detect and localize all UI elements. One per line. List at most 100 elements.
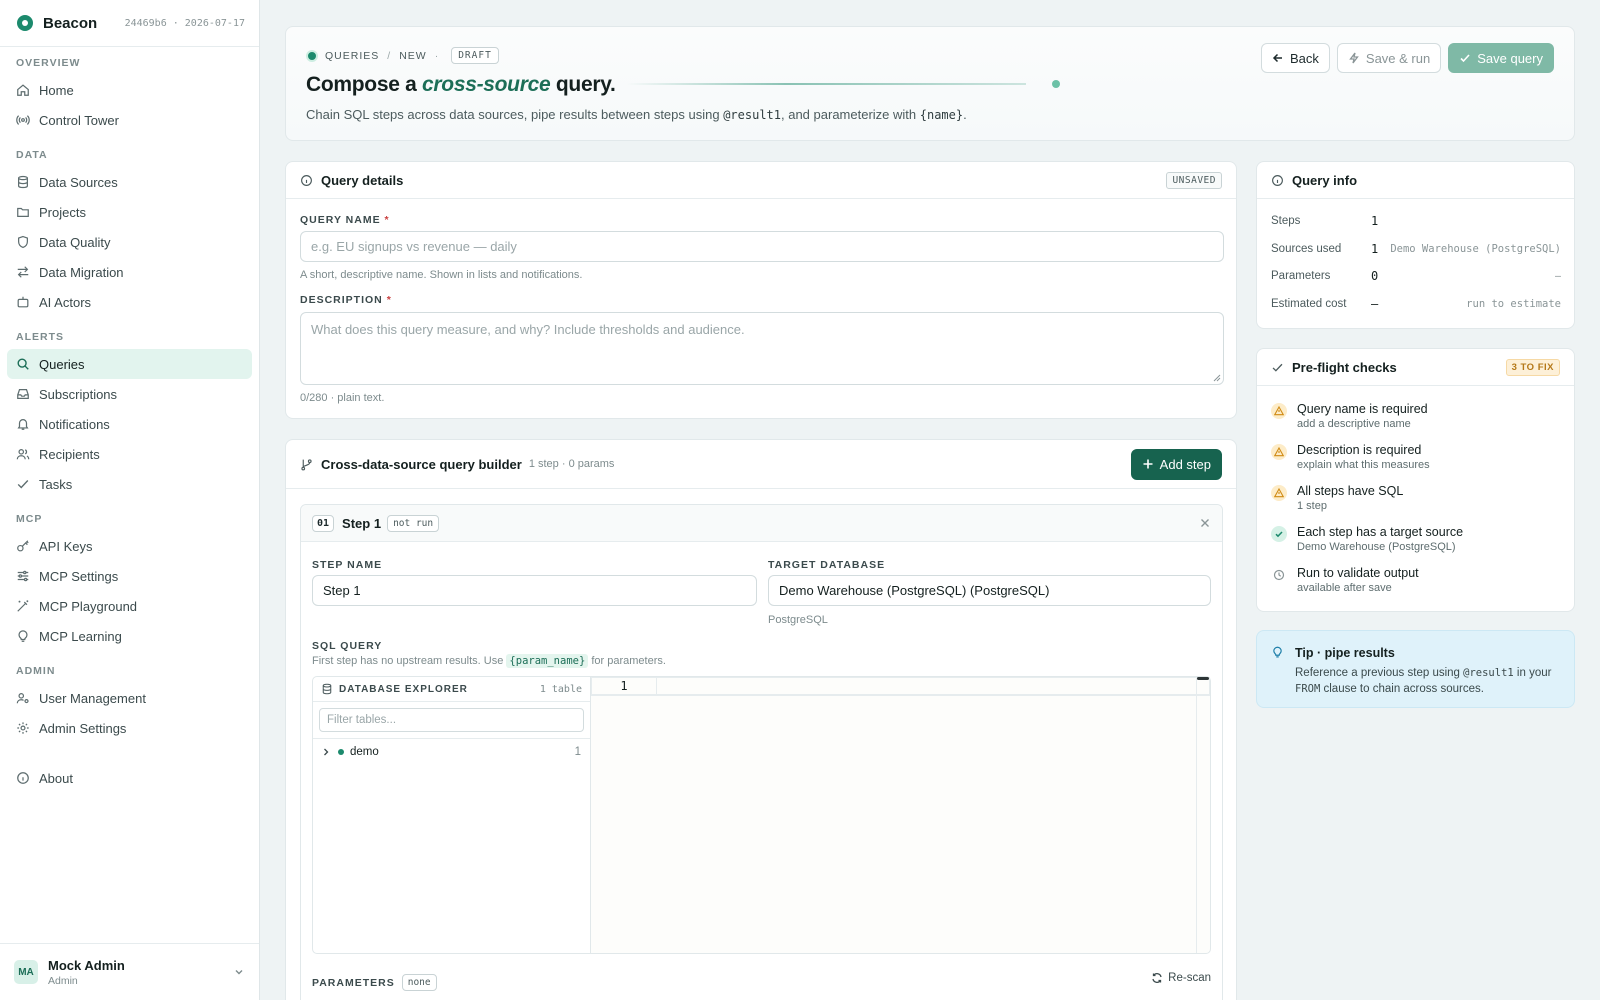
sidebar-item-queries[interactable]: Queries — [7, 349, 252, 379]
description-label: DESCRIPTION * — [300, 294, 392, 306]
sidebar-item-label: MCP Learning — [39, 628, 122, 644]
page-title-emphasis: cross-source — [422, 73, 551, 96]
sidebar-item-data-migration[interactable]: Data Migration — [7, 257, 252, 287]
nav-section-data: DATA — [16, 149, 48, 161]
sidebar-item-control-tower[interactable]: Control Tower — [7, 105, 252, 135]
sidebar-item-admin-settings[interactable]: Admin Settings — [7, 713, 252, 743]
sidebar-item-ai-actors[interactable]: AI Actors — [7, 287, 252, 317]
info-key: Sources used — [1271, 243, 1342, 255]
info-icon — [17, 772, 29, 784]
sql-query-label: SQL QUERY — [312, 640, 383, 652]
info-value: 1 — [1371, 242, 1379, 256]
user-role: Admin — [48, 974, 78, 987]
tip-text: Reference a previous step using — [1295, 667, 1460, 679]
check-icon — [1460, 54, 1470, 63]
sidebar-item-label: Notifications — [39, 416, 110, 432]
sidebar-item-data-sources[interactable]: Data Sources — [7, 167, 252, 197]
sidebar-item-notifications[interactable]: Notifications — [7, 409, 252, 439]
info-row-sources: Sources used 1 Demo Warehouse (PostgreSQ… — [1271, 242, 1561, 256]
breadcrumb-queries[interactable]: QUERIES — [325, 50, 379, 62]
check-title: All steps have SQL — [1297, 484, 1404, 498]
add-step-button[interactable]: Add step — [1130, 448, 1222, 480]
sidebar-item-mcp-playground[interactable]: MCP Playground — [7, 591, 252, 621]
description-textarea[interactable]: What does this query measure, and why? I… — [300, 312, 1224, 385]
sidebar-item-label: Control Tower — [39, 112, 119, 128]
sidebar-item-label: AI Actors — [39, 294, 92, 310]
sidebar-item-mcp-learning[interactable]: MCP Learning — [7, 621, 252, 651]
info-extra: Demo Warehouse (PostgreSQL) — [1390, 243, 1561, 255]
broadcast-icon — [16, 115, 30, 125]
status-dot-icon — [306, 49, 318, 62]
sidebar-item-home[interactable]: Home — [7, 75, 252, 105]
user-cog-icon — [16, 693, 29, 704]
step-number: 01 — [312, 514, 335, 532]
sidebar-item-projects[interactable]: Projects — [7, 197, 252, 227]
brand-name: Beacon — [43, 14, 98, 32]
sidebar-item-api-keys[interactable]: API Keys — [7, 531, 252, 561]
schema-status-dot — [338, 749, 344, 755]
nav-section-alerts: ALERTS — [16, 331, 64, 343]
sidebar-item-tasks[interactable]: Tasks — [7, 469, 252, 499]
sidebar-item-subscriptions[interactable]: Subscriptions — [7, 379, 252, 409]
tip-code: @result1 — [1463, 667, 1514, 679]
resize-handle-icon[interactable] — [1212, 373, 1221, 382]
save-and-run-button[interactable]: Save & run — [1336, 43, 1442, 73]
close-icon[interactable] — [1199, 517, 1211, 529]
card-header: Pre-flight checks 3 TO FIX — [1257, 349, 1574, 386]
sidebar-item-mcp-settings[interactable]: MCP Settings — [7, 561, 252, 591]
header-actions: Back Save & run Save query — [1261, 43, 1554, 73]
page-header: QUERIES / NEW · DRAFT Compose a cross-so… — [285, 26, 1575, 141]
brand: Beacon 24469b6 · 2026-07-17 — [0, 0, 259, 47]
query-name-input[interactable]: e.g. EU signups vs revenue — daily — [300, 231, 1224, 262]
sidebar-item-recipients[interactable]: Recipients — [7, 439, 252, 469]
sidebar-item-data-quality[interactable]: Data Quality — [7, 227, 252, 257]
lightning-icon — [1349, 52, 1359, 64]
filter-tables-input[interactable]: Filter tables... — [319, 708, 584, 732]
subtitle-text: Chain SQL steps across data sources, pip… — [306, 107, 720, 122]
breadcrumb: QUERIES / NEW · DRAFT — [306, 47, 499, 64]
check-subtitle: Demo Warehouse (PostgreSQL) — [1297, 541, 1456, 553]
sidebar-item-label: Data Sources — [39, 174, 118, 190]
info-icon — [301, 174, 312, 186]
step-header: 01 Step 1 not run — [301, 505, 1222, 542]
step-status-badge: not run — [387, 514, 440, 532]
description-hint: 0/280 · plain text. — [300, 392, 385, 404]
query-info-card: Query info Steps 1 Sources used 1 Demo W… — [1256, 161, 1575, 329]
back-button[interactable]: Back — [1261, 43, 1330, 73]
schema-tree-item[interactable]: demo 1 — [313, 739, 590, 765]
sidebar-item-user-management[interactable]: User Management — [7, 683, 252, 713]
target-database-label: TARGET DATABASE — [768, 559, 886, 571]
check-text: Run to validate output available after sa… — [1297, 566, 1419, 594]
rescan-button[interactable]: Re-scan — [1151, 972, 1211, 984]
check-subtitle: 1 step — [1297, 500, 1327, 512]
sql-editor[interactable]: 1 — [591, 676, 1211, 954]
nav-section-mcp: MCP — [16, 513, 43, 525]
arrows-swap-icon — [17, 266, 29, 278]
refresh-icon — [1152, 973, 1162, 983]
check-subtitle: explain what this measures — [1297, 459, 1430, 471]
nav-section-admin: ADMIN — [16, 665, 56, 677]
user-menu[interactable]: MA Mock Admin Admin — [0, 943, 259, 1000]
info-row-cost: Estimated cost — run to estimate — [1271, 297, 1561, 311]
editor-active-line: 1 — [591, 677, 1210, 696]
step-name-input[interactable]: Step 1 — [312, 575, 757, 606]
user-info: Mock Admin Admin — [48, 958, 125, 987]
to-fix-badge: 3 TO FIX — [1505, 358, 1560, 376]
save-query-button[interactable]: Save query — [1448, 43, 1554, 73]
info-value: — — [1371, 297, 1379, 311]
info-value: 1 — [1371, 214, 1379, 228]
key-icon — [17, 540, 29, 552]
scrollbar-thumb[interactable] — [1197, 677, 1209, 680]
editor-scrollbar[interactable] — [1196, 677, 1210, 953]
gear-icon — [17, 722, 29, 734]
parameters-header: PARAMETERS none — [312, 974, 437, 991]
sidebar-item-about[interactable]: About — [7, 763, 252, 793]
warning-icon — [1271, 403, 1287, 419]
card-title: Query details — [321, 172, 404, 188]
save-query-label: Save query — [1477, 50, 1543, 66]
breadcrumb-new: NEW — [399, 49, 427, 62]
chevron-down-icon — [235, 970, 243, 975]
check-circle-icon — [1271, 526, 1287, 542]
target-database-select[interactable]: Demo Warehouse (PostgreSQL) (PostgreSQL) — [768, 575, 1211, 606]
chevron-right-icon[interactable] — [322, 748, 330, 756]
